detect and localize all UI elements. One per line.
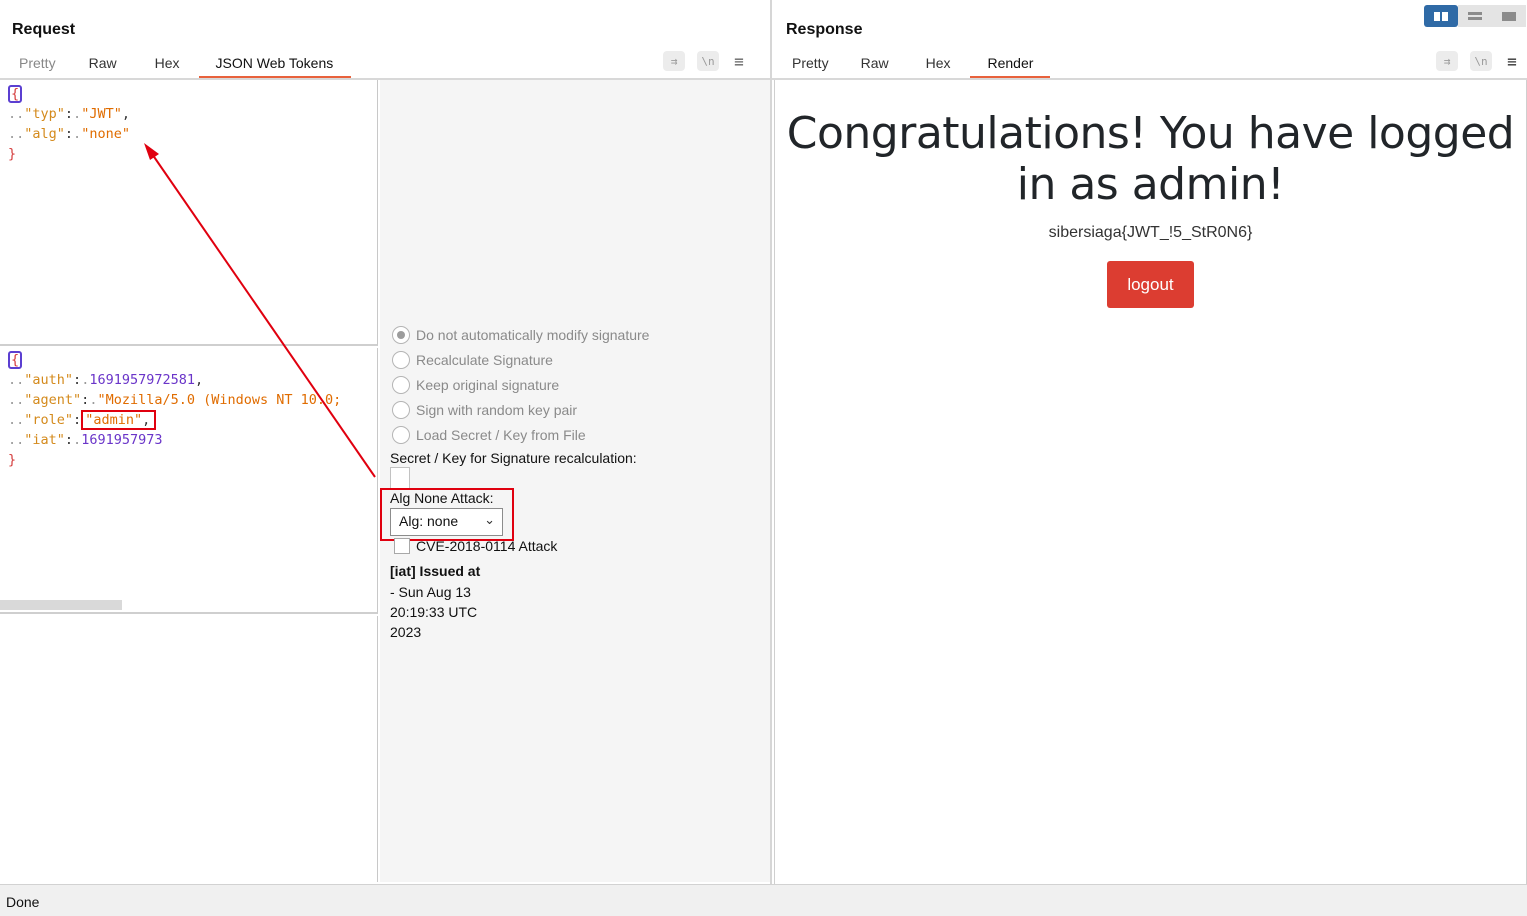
status-bar: Done xyxy=(0,884,1527,916)
json-line: } xyxy=(8,450,377,470)
json-line: .."agent":."Mozilla/5.0 (Windows NT 10.0… xyxy=(8,392,342,408)
split-view-icon[interactable] xyxy=(1424,5,1458,27)
open-brace: { xyxy=(8,351,23,369)
radio-label: Load Secret / Key from File xyxy=(416,427,586,443)
logout-button[interactable]: logout xyxy=(1107,261,1194,308)
alg-none-label: Alg None Attack: xyxy=(390,490,494,506)
radio-label: Do not automatically modify signature xyxy=(416,327,650,343)
radio-keep-original[interactable]: Keep original signature xyxy=(392,376,559,394)
json-line: } xyxy=(8,144,377,164)
tab-json-web-tokens[interactable]: JSON Web Tokens xyxy=(198,50,352,78)
wrap-icon[interactable]: ⇉ xyxy=(663,51,685,71)
json-line: { xyxy=(8,350,377,370)
json-value-role: "admin" xyxy=(85,412,143,428)
menu-icon[interactable]: ≡ xyxy=(731,51,747,71)
wrap-icon[interactable]: ⇉ xyxy=(1436,51,1458,71)
newline-icon[interactable]: \n xyxy=(1470,51,1492,71)
radio-button[interactable] xyxy=(392,351,410,369)
alg-none-select[interactable]: Alg: none ⌄ xyxy=(390,508,503,536)
response-pane: Response Pretty Raw Hex Render ⇉ \n ≡ Co… xyxy=(772,0,1527,884)
json-value-iat: 1691957973 xyxy=(81,432,163,448)
radio-label: Sign with random key pair xyxy=(416,402,578,418)
json-value-agent: "Mozilla/5.0 (Windows NT 10.0; xyxy=(97,392,342,408)
cve-checkbox[interactable] xyxy=(394,538,410,554)
secret-label: Secret / Key for Signature recalculation… xyxy=(390,450,637,466)
jwt-options-panel: Do not automatically modify signature Re… xyxy=(380,80,770,882)
horizontal-scrollbar[interactable] xyxy=(0,600,122,610)
iat-line: 2023 xyxy=(390,624,422,640)
menu-icon[interactable]: ≡ xyxy=(1504,51,1520,71)
close-brace: } xyxy=(8,452,17,468)
request-title: Request xyxy=(12,21,76,38)
cve-label: CVE-2018-0114 Attack xyxy=(416,538,558,554)
cve-attack-option[interactable]: CVE-2018-0114 Attack xyxy=(394,538,557,554)
layout-toggle xyxy=(1424,5,1526,27)
radio-do-not-modify[interactable]: Do not automatically modify signature xyxy=(392,326,649,344)
tab-hex[interactable]: Hex xyxy=(908,50,970,78)
radio-label: Recalculate Signature xyxy=(416,352,553,368)
json-key-auth: "auth" xyxy=(24,372,74,388)
tab-raw[interactable]: Raw xyxy=(69,50,137,78)
json-line: .."typ":."JWT", xyxy=(8,106,130,122)
json-value-alg: "none" xyxy=(81,126,130,142)
radio-button[interactable] xyxy=(392,426,410,444)
json-line: .."iat":.1691957973 xyxy=(8,432,163,448)
radio-button[interactable] xyxy=(392,376,410,394)
radio-label: Keep original signature xyxy=(416,377,560,393)
tab-pretty[interactable]: Pretty xyxy=(779,50,842,78)
json-key-role: "role" xyxy=(24,412,74,428)
json-value-typ: "JWT" xyxy=(81,106,122,122)
iat-line: 20:19:33 UTC xyxy=(390,604,478,620)
single-view-icon[interactable] xyxy=(1492,5,1526,27)
json-key-typ: "typ" xyxy=(24,106,65,122)
open-brace: { xyxy=(8,85,23,103)
json-key-iat: "iat" xyxy=(24,432,65,448)
newline-icon[interactable]: \n xyxy=(697,51,719,71)
request-pane: Request Pretty Raw Hex JSON Web Tokens ⇉… xyxy=(0,0,770,884)
alg-select-value: Alg: none xyxy=(399,513,459,529)
iat-details: - Sun Aug 13 20:19:33 UTC 2023 xyxy=(390,582,477,642)
json-line: .."alg":."none" xyxy=(8,126,130,142)
json-key-agent: "agent" xyxy=(24,392,82,408)
json-line: .."role": "admin", xyxy=(8,410,377,430)
tab-raw[interactable]: Raw xyxy=(842,50,908,78)
request-toolbar: ⇉ \n ≡ xyxy=(663,51,747,71)
success-heading: Congratulations! You have logged in as a… xyxy=(786,108,1515,210)
response-toolbar: ⇉ \n ≡ xyxy=(1436,51,1520,71)
role-highlight-box: "admin", xyxy=(81,410,157,430)
secret-input[interactable] xyxy=(390,467,410,489)
radio-button[interactable] xyxy=(392,401,410,419)
jwt-signature-editor[interactable] xyxy=(0,616,378,882)
radio-random-key[interactable]: Sign with random key pair xyxy=(392,401,577,419)
response-title: Response xyxy=(786,21,863,38)
tab-pretty[interactable]: Pretty xyxy=(6,50,69,78)
iat-title: [iat] Issued at xyxy=(390,563,481,579)
jwt-header-editor[interactable]: { .."typ":."JWT", .."alg":."none" } xyxy=(0,80,378,346)
request-tabs: Pretty Raw Hex JSON Web Tokens xyxy=(6,50,352,78)
flag-text: sibersiaga{JWT_!5_StR0N6} xyxy=(1048,224,1253,241)
radio-load-from-file[interactable]: Load Secret / Key from File xyxy=(392,426,586,444)
tab-render[interactable]: Render xyxy=(969,50,1051,78)
tab-hex[interactable]: Hex xyxy=(137,50,199,78)
radio-recalculate[interactable]: Recalculate Signature xyxy=(392,351,553,369)
json-value-auth: 1691957972581 xyxy=(89,372,195,388)
response-tabs: Pretty Raw Hex Render xyxy=(779,50,1051,78)
json-key-alg: "alg" xyxy=(24,126,65,142)
radio-button[interactable] xyxy=(392,326,410,344)
chevron-down-icon: ⌄ xyxy=(484,512,495,527)
json-line: { xyxy=(8,84,377,104)
rendered-response: Congratulations! You have logged in as a… xyxy=(774,80,1527,884)
jwt-payload-editor[interactable]: { .."auth":.1691957972581, .."agent":."M… xyxy=(0,348,378,614)
status-text: Done xyxy=(6,894,40,910)
iat-line: - Sun Aug 13 xyxy=(390,584,471,600)
close-brace: } xyxy=(8,146,17,162)
horizontal-view-icon[interactable] xyxy=(1458,5,1492,27)
json-line: .."auth":.1691957972581, xyxy=(8,372,204,388)
